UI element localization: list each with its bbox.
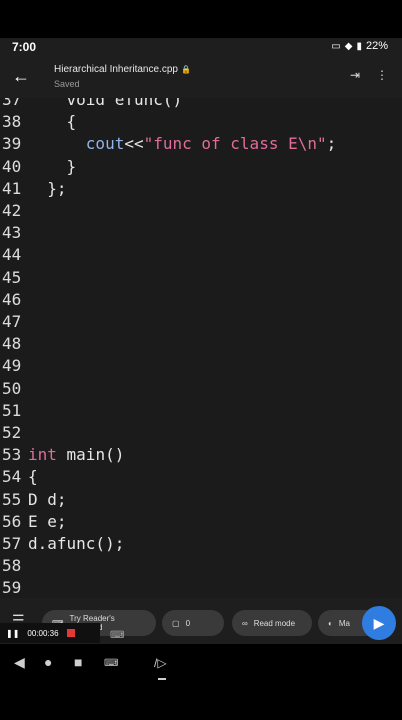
- line-number: 54: [2, 467, 22, 487]
- code-token: main(): [56, 445, 125, 465]
- code-line[interactable]: 54 {: [0, 467, 38, 489]
- lock-icon: 🔒: [180, 65, 191, 74]
- line-number: 38: [2, 112, 22, 132]
- file-name: Hierarchical Inheritance.cpp: [54, 64, 178, 75]
- code-token: };: [28, 178, 67, 198]
- nav-back-icon[interactable]: ◀: [14, 654, 25, 671]
- app-bar-actions: ⇥ ⋮: [350, 68, 388, 82]
- code-line[interactable]: 48: [0, 334, 28, 356]
- nav-home-icon[interactable]: ●: [44, 654, 52, 670]
- line-number: 53: [2, 445, 22, 465]
- read-mode-button[interactable]: ∞ Read mode: [232, 610, 312, 636]
- line-number: 49: [2, 356, 22, 376]
- code-line[interactable]: 49: [0, 356, 28, 378]
- nav-recents-icon[interactable]: ■: [74, 654, 82, 670]
- screen-recorder-widget[interactable]: ❚❚ 00:00:36: [0, 623, 100, 643]
- status-icons: ▭ ◆ ▮ 22%: [331, 40, 388, 52]
- line-number: 55: [2, 489, 22, 509]
- code-line[interactable]: 57 d.afunc();: [0, 534, 124, 556]
- clock: 7:00: [12, 40, 37, 54]
- play-icon: ▶: [373, 614, 385, 631]
- code-line[interactable]: 55 D d;: [0, 490, 67, 512]
- globe-icon: ◐: [328, 618, 333, 628]
- code-line[interactable]: 52: [0, 423, 28, 445]
- line-number: 40: [2, 156, 22, 176]
- pause-icon[interactable]: ❚❚: [6, 629, 19, 638]
- comments-count: 0: [185, 618, 191, 628]
- code-line[interactable]: 47: [0, 312, 28, 334]
- code-token: d.afunc();: [28, 534, 125, 553]
- code-token: }: [28, 156, 77, 176]
- code-line[interactable]: 46: [0, 290, 28, 312]
- code-token: <<: [124, 134, 144, 154]
- line-number: 41: [2, 178, 22, 198]
- battery-icon: ▮: [356, 40, 362, 52]
- line-number: 42: [2, 201, 22, 220]
- keyboard-toggle-icon[interactable]: ⌨: [110, 630, 124, 641]
- code-line[interactable]: 51: [0, 401, 28, 423]
- app-bar: ← Hierarchical Inheritance.cpp 🔒 Saved ⇥ …: [0, 58, 402, 98]
- play-fab-button[interactable]: ▶: [362, 606, 396, 640]
- code-line[interactable]: 59: [0, 578, 28, 598]
- code-line[interactable]: 38 {: [0, 112, 76, 134]
- nav-keyboard-icon[interactable]: ⌨: [104, 658, 118, 669]
- code-line[interactable]: 50: [0, 379, 28, 401]
- code-token: {: [28, 467, 38, 487]
- code-line[interactable]: 44: [0, 245, 28, 267]
- system-nav-bar: ◀ ● ■ ⌨ /▷: [0, 644, 402, 684]
- file-title: Hierarchical Inheritance.cpp 🔒: [54, 64, 191, 75]
- line-number: 44: [2, 245, 22, 265]
- back-arrow-icon[interactable]: ←: [12, 66, 30, 87]
- comment-icon: ▢: [172, 618, 180, 628]
- line-number: 45: [2, 267, 22, 287]
- code-token: void efunc(): [28, 98, 183, 109]
- nav-cursor-icon[interactable]: /▷: [154, 656, 167, 670]
- line-number: 37: [2, 98, 22, 109]
- line-number: 51: [2, 400, 22, 420]
- code-line[interactable]: 37 void efunc(): [0, 98, 182, 112]
- code-line[interactable]: 40 }: [0, 157, 76, 179]
- code-token: D d;: [28, 489, 67, 509]
- nav-indicator: [158, 678, 166, 680]
- glasses-icon: ∞: [242, 618, 248, 628]
- code-line[interactable]: 58: [0, 556, 28, 578]
- line-number: 59: [2, 578, 22, 598]
- comments-button[interactable]: ▢ 0: [162, 610, 224, 636]
- line-number: 48: [2, 334, 22, 354]
- code-token: int: [28, 445, 57, 465]
- more-vert-icon[interactable]: ⋮: [376, 68, 388, 82]
- line-number: 39: [2, 134, 22, 154]
- line-number: 52: [2, 423, 22, 442]
- code-token: "func of class E\n": [143, 134, 327, 154]
- code-line[interactable]: 45: [0, 268, 28, 290]
- line-number: 58: [2, 556, 22, 576]
- stop-record-icon[interactable]: [66, 629, 75, 637]
- code-line[interactable]: 43: [0, 223, 28, 245]
- line-number: 46: [2, 289, 22, 309]
- code-token: E e;: [28, 511, 67, 531]
- code-token: ;: [326, 134, 337, 154]
- code-editor[interactable]: 37 void efunc() 38 {39 cout<<"func of cla…: [0, 98, 402, 598]
- title-block: Hierarchical Inheritance.cpp 🔒 Saved: [54, 64, 191, 89]
- status-bar: 7:00 ▭ ◆ ▮ 22%: [0, 38, 402, 58]
- line-number: 56: [2, 511, 22, 531]
- line-number: 57: [2, 534, 22, 553]
- code-line[interactable]: 56 E e;: [0, 512, 67, 534]
- cast-icon: ▭: [331, 40, 341, 52]
- line-number: 50: [2, 378, 22, 398]
- code-line[interactable]: 42: [0, 201, 28, 223]
- recording-time: 00:00:36: [27, 628, 59, 638]
- code-line[interactable]: 53 int main(): [0, 445, 124, 467]
- exit-icon[interactable]: ⇥: [350, 68, 360, 82]
- code-line[interactable]: 41 };: [0, 179, 67, 201]
- wifi-icon: ◆: [344, 40, 353, 52]
- battery-level: 22%: [365, 40, 388, 52]
- code-token: {: [28, 112, 77, 132]
- line-number: 47: [2, 312, 22, 331]
- code-line[interactable]: 39 cout<<"func of class E\n";: [0, 134, 336, 156]
- line-number: 43: [2, 223, 22, 243]
- save-state: Saved: [54, 79, 80, 89]
- code-token: cout: [85, 134, 125, 154]
